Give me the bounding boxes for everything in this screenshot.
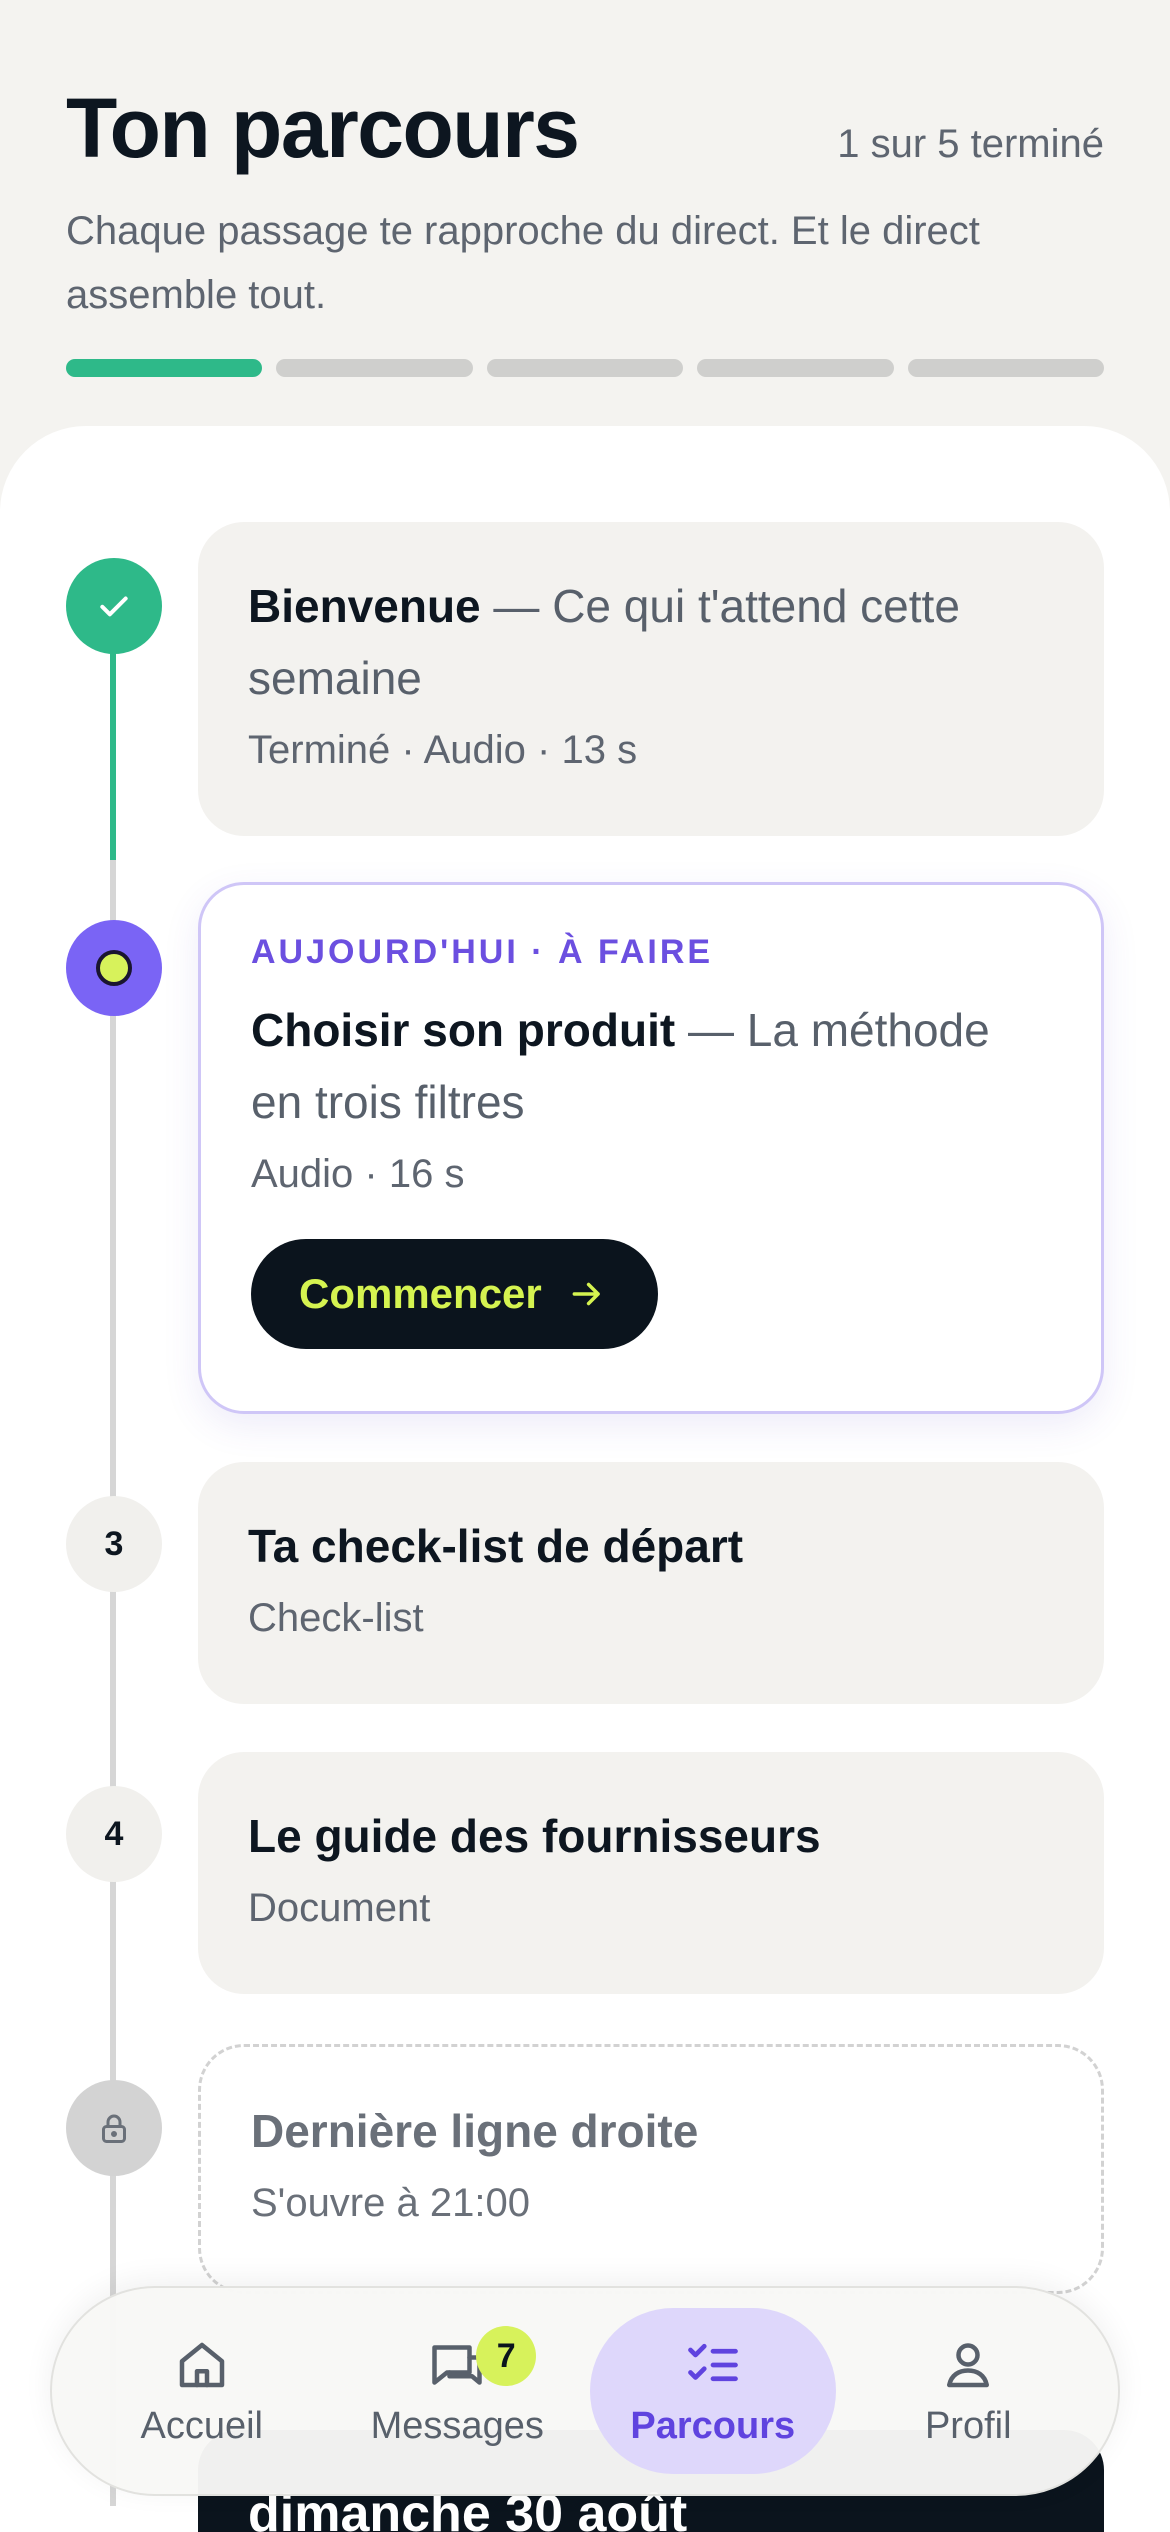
step-3-node: 3 [66, 1496, 162, 1592]
step-meta: Audio · 16 s [251, 1152, 465, 1196]
step-card-checklist[interactable]: Ta check-list de départ Check-list [198, 1462, 1104, 1704]
step-title-main: Choisir son produit [251, 1004, 676, 1056]
checklist-icon [687, 2343, 738, 2381]
step-meta: S'ouvre à 21:00 [251, 2181, 530, 2225]
start-button-label: Commencer [299, 1270, 542, 1317]
step-title: Ta check-list de départ [248, 1510, 1054, 1582]
home-icon [179, 2342, 224, 2387]
step-meta: Terminé · Audio · 13 s [248, 728, 638, 772]
step-4-node: 4 [66, 1786, 162, 1882]
progress-segment [66, 359, 263, 377]
start-button[interactable]: Commencer [251, 1239, 658, 1349]
progress-segment [697, 359, 894, 377]
check-icon [100, 596, 128, 617]
progress-segment [276, 359, 473, 377]
step-meta: Document [248, 1886, 431, 1930]
progress-segment [486, 359, 684, 377]
step-title-main: Le guide des fournisseurs [248, 1810, 821, 1862]
messages-badge: 7 [476, 2326, 537, 2386]
current-dot-icon [96, 950, 132, 986]
progress-count: 1 sur 5 terminé [837, 122, 1104, 166]
nav-label: Messages [370, 2404, 544, 2447]
page-subtitle: Chaque passage te rapproche du direct. E… [66, 209, 980, 317]
step-title: Choisir son produit — La méthode en troi… [251, 994, 1051, 1138]
bottom-nav: Accueil 7 Messages Parcours Profil [50, 2286, 1120, 2496]
nav-item-profil[interactable]: Profil [845, 2308, 1091, 2474]
header: Ton parcours 1 sur 5 terminé Chaque pass… [66, 80, 1105, 377]
step-title: Dernière ligne droite [251, 2095, 1051, 2167]
step-meta: Check-list [248, 1596, 424, 1640]
nav-label: Accueil [140, 2404, 264, 2447]
step-2-current-node [66, 920, 162, 1016]
step-card-bienvenue[interactable]: Bienvenue — Ce qui t'attend cette semain… [198, 522, 1104, 836]
title-row: Ton parcours 1 sur 5 terminé [66, 80, 1104, 177]
step-1-done-node [66, 558, 162, 654]
progress-bar [66, 359, 1105, 377]
nav-label: Parcours [630, 2404, 796, 2447]
nav-item-parcours[interactable]: Parcours [589, 2308, 836, 2474]
nav-item-accueil[interactable]: Accueil [79, 2308, 325, 2474]
user-icon [947, 2342, 990, 2387]
step-title: Le guide des fournisseurs [248, 1800, 1054, 1872]
step-title-main: Ta check-list de départ [248, 1520, 744, 1572]
step-status-eyebrow: AUJOURD'HUI · À FAIRE [251, 933, 714, 971]
nav-label: Profil [924, 2404, 1012, 2447]
arrow-right-icon [572, 1282, 600, 1306]
step-title: Bienvenue — Ce qui t'attend cette semain… [248, 570, 1054, 714]
step-card-derniere-ligne: Dernière ligne droite S'ouvre à 21:00 [198, 2044, 1104, 2294]
lock-icon [102, 2114, 126, 2143]
progress-segment [907, 359, 1105, 377]
step-title-main: Dernière ligne droite [251, 2105, 699, 2157]
step-title-main: Bienvenue [248, 580, 481, 632]
nav-item-messages[interactable]: 7 Messages [334, 2308, 580, 2474]
step-card-fournisseurs[interactable]: Le guide des fournisseurs Document [198, 1752, 1104, 1994]
step-card-choisir-produit: AUJOURD'HUI · À FAIRE Choisir son produi… [198, 882, 1104, 1414]
page-title: Ton parcours [66, 81, 580, 175]
step-5-locked-node [66, 2080, 162, 2176]
